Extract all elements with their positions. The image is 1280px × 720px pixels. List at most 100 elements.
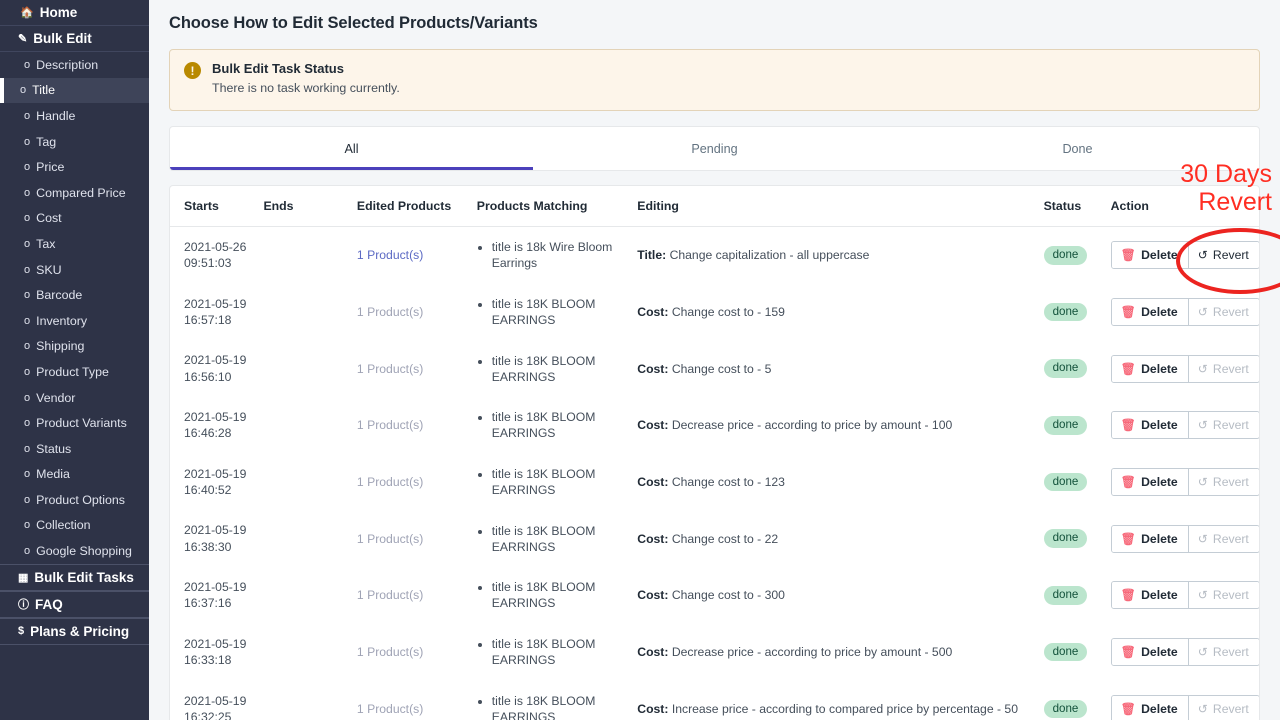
tab-pending[interactable]: Pending bbox=[533, 127, 896, 170]
sidebar-item-tag[interactable]: o Tag bbox=[0, 129, 149, 155]
bullet-icon: o bbox=[24, 442, 31, 455]
cell-starts: 2021-05-19 16:38:30 bbox=[170, 510, 263, 567]
table-row: 2021-05-19 16:40:52 1 Product(s) title is 1… bbox=[170, 454, 1259, 511]
edited-products-link[interactable]: 1 Product(s) bbox=[357, 418, 423, 432]
sidebar-item-label: Product Options bbox=[36, 492, 125, 507]
delete-button[interactable]: 🗑 Delete bbox=[1111, 582, 1188, 609]
edited-products-link[interactable]: 1 Product(s) bbox=[357, 588, 423, 602]
matching-list: title is 18K BLOOM EARRINGS bbox=[477, 296, 638, 328]
start-time: 16:33:18 bbox=[184, 653, 232, 668]
edited-products-link[interactable]: 1 Product(s) bbox=[357, 645, 423, 659]
bullet-icon: o bbox=[24, 212, 31, 225]
edited-products-link[interactable]: 1 Product(s) bbox=[357, 362, 423, 376]
sidebar-item-media[interactable]: o Media bbox=[0, 462, 149, 488]
editing-description: Change capitalization - all uppercase bbox=[669, 248, 870, 263]
bullet-icon: o bbox=[24, 545, 31, 558]
cell-edited-products: 1 Product(s) bbox=[357, 397, 477, 454]
cell-edited-products: 1 Product(s) bbox=[357, 227, 477, 284]
column-header-products-matching[interactable]: Products Matching bbox=[476, 186, 638, 227]
edited-products-link[interactable]: 1 Product(s) bbox=[357, 305, 423, 319]
bullet-icon: o bbox=[24, 391, 31, 404]
question-circle-icon: ⓘ bbox=[18, 599, 29, 612]
sidebar-item-compared-price[interactable]: o Compared Price bbox=[0, 180, 149, 206]
sidebar-item-price[interactable]: o Price bbox=[0, 154, 149, 180]
revert-button: ↺ Revert bbox=[1187, 299, 1259, 326]
delete-button[interactable]: 🗑 Delete bbox=[1111, 299, 1188, 326]
sidebar-item-label: Product Variants bbox=[36, 416, 127, 431]
tab-all[interactable]: All bbox=[170, 127, 533, 170]
column-header-action[interactable]: Action bbox=[1110, 186, 1259, 227]
sidebar-item-inventory[interactable]: o Inventory bbox=[0, 308, 149, 334]
trash-icon: 🗑 bbox=[1120, 418, 1137, 433]
start-date: 2021-05-26 bbox=[184, 240, 247, 254]
sidebar-item-label: Handle bbox=[36, 108, 76, 123]
bullet-icon: o bbox=[24, 314, 31, 327]
sidebar-item-sku[interactable]: o SKU bbox=[0, 257, 149, 283]
sidebar-item-tax[interactable]: o Tax bbox=[0, 231, 149, 257]
editing-description: Decrease price - according to price by a… bbox=[671, 418, 953, 433]
sidebar-item-description[interactable]: o Description bbox=[0, 52, 149, 78]
sidebar-item-product-options[interactable]: o Product Options bbox=[0, 487, 149, 513]
delete-button[interactable]: 🗑 Delete bbox=[1111, 695, 1188, 720]
sidebar-item-home[interactable]: 🏠 Home bbox=[0, 0, 149, 26]
delete-button[interactable]: 🗑 Delete bbox=[1111, 355, 1188, 382]
column-header-edited-products[interactable]: Edited Products bbox=[356, 186, 477, 227]
delete-button[interactable]: 🗑 Delete bbox=[1111, 412, 1188, 439]
tab-done[interactable]: Done bbox=[896, 127, 1259, 170]
editing-field: Cost: bbox=[637, 588, 669, 603]
column-header-editing[interactable]: Editing bbox=[637, 186, 1044, 227]
sidebar-item-faq[interactable]: ⓘ FAQ bbox=[0, 590, 149, 618]
sidebar-item-plans-pricing[interactable]: $ Plans & Pricing bbox=[0, 617, 149, 645]
action-button-group: 🗑 Delete ↺ Revert bbox=[1110, 468, 1259, 497]
sidebar-item-title[interactable]: o Title bbox=[0, 77, 149, 104]
sidebar-item-google-shopping[interactable]: o Google Shopping bbox=[0, 538, 149, 564]
sidebar-item-bulk-edit-tasks[interactable]: ▦ Bulk Edit Tasks bbox=[0, 563, 149, 591]
sidebar-item-status[interactable]: o Status bbox=[0, 436, 149, 462]
sidebar-item-bulk-edit[interactable]: ✎ Bulk Edit bbox=[0, 26, 149, 52]
trash-icon: 🗑 bbox=[1120, 701, 1137, 716]
cell-ends bbox=[263, 567, 356, 624]
delete-button[interactable]: 🗑 Delete bbox=[1111, 639, 1188, 666]
delete-button[interactable]: 🗑 Delete bbox=[1111, 242, 1188, 269]
start-time: 16:46:28 bbox=[184, 426, 232, 441]
sidebar-item-vendor[interactable]: o Vendor bbox=[0, 385, 149, 411]
start-date: 2021-05-19 bbox=[184, 693, 247, 708]
sidebar-item-label: Collection bbox=[36, 518, 91, 533]
sidebar-item-barcode[interactable]: o Barcode bbox=[0, 282, 149, 308]
sidebar-item-shipping[interactable]: o Shipping bbox=[0, 334, 149, 360]
revert-button: ↺ Revert bbox=[1187, 582, 1259, 609]
start-time: 16:38:30 bbox=[184, 539, 232, 554]
cell-starts: 2021-05-19 16:57:18 bbox=[170, 284, 263, 341]
edited-products-link[interactable]: 1 Product(s) bbox=[357, 248, 423, 262]
list-item: title is 18K BLOOM EARRINGS bbox=[492, 523, 638, 555]
status-badge: done bbox=[1043, 586, 1088, 605]
sidebar-item-cost[interactable]: o Cost bbox=[0, 206, 149, 232]
sidebar-item-label: Tag bbox=[36, 134, 57, 149]
column-header-ends[interactable]: Ends bbox=[263, 186, 357, 227]
tab-label: All bbox=[344, 141, 359, 156]
delete-button[interactable]: 🗑 Delete bbox=[1111, 469, 1188, 496]
cell-starts: 2021-05-19 16:40:52 bbox=[170, 454, 263, 511]
start-date: 2021-05-19 bbox=[184, 466, 247, 481]
table-body: 2021-05-26 09:51:03 1 Product(s) title is 1… bbox=[170, 227, 1259, 720]
sidebar-item-product-variants[interactable]: o Product Variants bbox=[0, 410, 149, 436]
edited-products-link[interactable]: 1 Product(s) bbox=[357, 702, 423, 716]
cell-starts: 2021-05-19 16:37:16 bbox=[170, 567, 263, 624]
sidebar-item-handle[interactable]: o Handle bbox=[0, 103, 149, 129]
edited-products-link[interactable]: 1 Product(s) bbox=[357, 532, 423, 546]
column-header-status[interactable]: Status bbox=[1043, 186, 1111, 227]
column-header-starts[interactable]: Starts bbox=[170, 186, 264, 227]
undo-icon: ↺ bbox=[1197, 475, 1208, 490]
sidebar-item-collection[interactable]: o Collection bbox=[0, 513, 149, 539]
edited-products-link[interactable]: 1 Product(s) bbox=[357, 475, 423, 489]
matching-list: title is 18K BLOOM EARRINGS bbox=[477, 409, 638, 441]
sidebar-item-product-type[interactable]: o Product Type bbox=[0, 359, 149, 385]
cell-products-matching: title is 18K BLOOM EARRINGS bbox=[477, 510, 638, 567]
revert-button[interactable]: ↺ Revert bbox=[1187, 242, 1259, 269]
cell-editing: Cost: Decrease price - according to pric… bbox=[637, 624, 1043, 681]
undo-icon: ↺ bbox=[1197, 645, 1208, 660]
table-header: Starts Ends Edited Products Products Mat… bbox=[170, 186, 1259, 227]
editing-description: Change cost to - 123 bbox=[671, 475, 785, 490]
delete-button[interactable]: 🗑 Delete bbox=[1111, 525, 1188, 552]
sidebar-bottom-label: FAQ bbox=[35, 596, 63, 612]
